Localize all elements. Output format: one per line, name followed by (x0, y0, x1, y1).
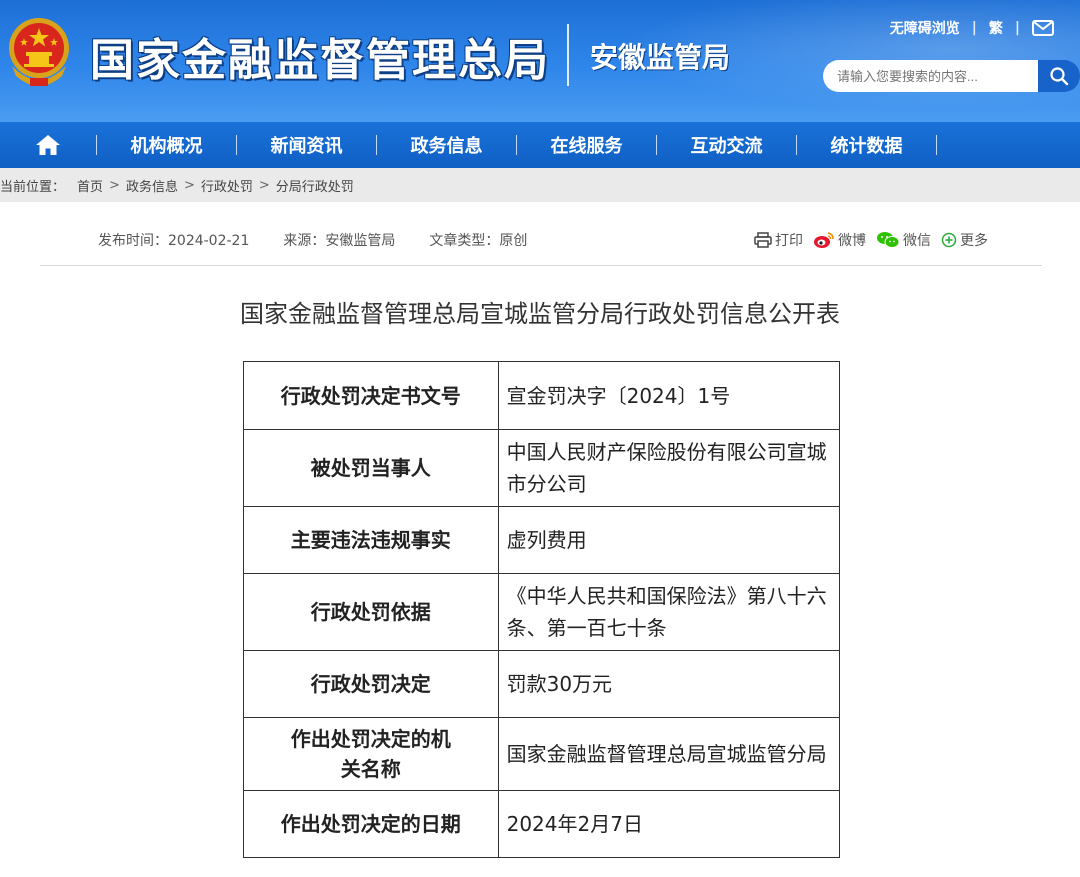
table-label-cell: 被处罚当事人 (243, 429, 499, 507)
nav-item-interaction[interactable]: 互动交流 (657, 122, 796, 168)
table-label-cell: 作出处罚决定的日期 (243, 790, 499, 858)
site-header: 国家金融监督管理总局 安徽监管局 无障碍浏览 | 繁 | (0, 0, 1080, 122)
breadcrumb-separator: > (183, 177, 195, 193)
wechat-icon (877, 232, 900, 248)
share-bar: 打印 微博 微信 更多 (754, 230, 988, 250)
table-label-cell: 行政处罚决定 (243, 650, 499, 718)
more-label: 更多 (960, 233, 988, 249)
top-link-separator: | (971, 20, 977, 36)
nav-item-statistics[interactable]: 统计数据 (797, 122, 936, 168)
table-label-cell: 行政处罚依据 (243, 573, 499, 651)
table-row: 主要违法违规事实 虚列费用 (243, 506, 841, 574)
breadcrumb-separator: > (109, 177, 120, 193)
article-meta: 发布时间：2024-02-21 来源：安徽监管局 文章类型：原创 (98, 230, 561, 250)
traditional-chinese-link[interactable]: 繁 (989, 18, 1003, 38)
publish-time: 发布时间：2024-02-21 (98, 233, 250, 249)
top-links: 无障碍浏览 | 繁 | (890, 18, 1054, 38)
site-title: 国家金融监督管理总局 (90, 35, 550, 86)
table-value-cell: 中国人民财产保险股份有限公司宣城市分公司 (497, 429, 841, 507)
table-row: 行政处罚依据 《中华人民共和国保险法》第八十六条、第一百七十条 (243, 573, 841, 651)
table-value-cell: 国家金融监督管理总局宣城监管分局 (497, 717, 841, 791)
breadcrumb: 当前位置： 首页 > 政务信息 > 行政处罚 > 分局行政处罚 (0, 168, 1080, 202)
breadcrumb-government-info[interactable]: 政务信息 (126, 176, 178, 195)
weibo-icon (814, 232, 834, 248)
breadcrumb-branch-penalty[interactable]: 分局行政处罚 (276, 176, 354, 195)
nav-home[interactable] (0, 122, 96, 168)
nav-separator (936, 135, 937, 155)
weibo-share-button[interactable]: 微博 (813, 230, 866, 250)
table-label-cell: 主要违法违规事实 (243, 506, 499, 574)
table-row: 行政处罚决定 罚款30万元 (243, 650, 841, 718)
print-label: 打印 (775, 233, 803, 249)
print-button[interactable]: 打印 (754, 230, 803, 250)
main-nav: 机构概况 新闻资讯 政务信息 在线服务 互动交流 统计数据 (0, 122, 1080, 168)
mail-icon[interactable] (1032, 20, 1054, 36)
article-type: 文章类型：原创 (429, 233, 528, 249)
meta-divider (40, 265, 1042, 266)
article-source: 来源：安徽监管局 (283, 233, 396, 249)
nav-item-government-info[interactable]: 政务信息 (377, 122, 516, 168)
table-label-cell: 作出处罚决定的机关名称 (243, 717, 499, 791)
nav-item-about[interactable]: 机构概况 (97, 122, 236, 168)
sub-title: 安徽监管局 (590, 41, 731, 74)
table-row: 作出处罚决定的机关名称 国家金融监督管理总局宣城监管分局 (243, 717, 841, 791)
table-value-cell: 虚列费用 (497, 506, 841, 574)
nav-item-news[interactable]: 新闻资讯 (237, 122, 376, 168)
table-row: 行政处罚决定书文号 宣金罚决字〔2024〕1号 (243, 361, 841, 430)
more-icon (941, 232, 957, 248)
emblem-icon (9, 18, 69, 86)
search-input[interactable] (823, 60, 1038, 92)
title-divider (567, 24, 569, 86)
wechat-share-button[interactable]: 微信 (876, 230, 931, 250)
table-value-cell: 罚款30万元 (497, 650, 841, 718)
more-share-button[interactable]: 更多 (941, 230, 988, 250)
search-icon (1050, 67, 1069, 86)
table-value-cell: 宣金罚决字〔2024〕1号 (497, 361, 841, 430)
weibo-label: 微博 (838, 233, 866, 249)
home-icon (36, 135, 60, 155)
breadcrumb-separator: > (258, 177, 270, 193)
breadcrumb-home[interactable]: 首页 (77, 176, 103, 195)
breadcrumb-label: 当前位置： (0, 179, 66, 195)
table-label-cell: 行政处罚决定书文号 (243, 361, 499, 430)
table-value-cell: 2024年2月7日 (497, 790, 841, 858)
table-value-cell: 《中华人民共和国保险法》第八十六条、第一百七十条 (497, 573, 841, 651)
nav-item-online-service[interactable]: 在线服务 (517, 122, 656, 168)
search-button[interactable] (1038, 60, 1080, 92)
print-icon (754, 232, 772, 248)
penalty-info-table: 行政处罚决定书文号 宣金罚决字〔2024〕1号 被处罚当事人 中国人民财产保险股… (243, 361, 841, 858)
table-row: 作出处罚决定的日期 2024年2月7日 (243, 790, 841, 858)
accessibility-link[interactable]: 无障碍浏览 (890, 18, 960, 38)
top-link-separator: | (1014, 20, 1020, 36)
wechat-label: 微信 (903, 233, 931, 249)
table-row: 被处罚当事人 中国人民财产保险股份有限公司宣城市分公司 (243, 429, 841, 507)
article-title: 国家金融监督管理总局宣城监管分局行政处罚信息公开表 (240, 300, 840, 328)
breadcrumb-penalty[interactable]: 行政处罚 (201, 176, 253, 195)
